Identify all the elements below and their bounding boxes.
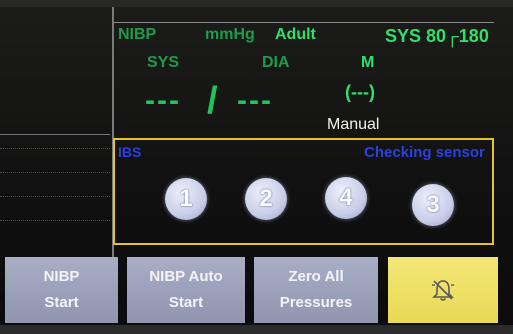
left-grid-line bbox=[0, 220, 110, 221]
measure-mode: Manual bbox=[327, 116, 380, 133]
sys-label: SYS bbox=[147, 54, 180, 71]
sensor-1-indicator: 1 bbox=[165, 178, 207, 220]
mean-label: M bbox=[361, 54, 375, 71]
sensor-status: Checking sensor bbox=[364, 144, 485, 161]
sensor-4-indicator: 4 bbox=[325, 177, 367, 219]
dia-value: --- bbox=[237, 84, 273, 117]
value-separator: / bbox=[207, 80, 218, 122]
alarm-off-bell-icon bbox=[432, 280, 454, 301]
sys-alarm-limits: SYS 80┌180 bbox=[385, 26, 489, 46]
screen-bottom-bezel bbox=[0, 325, 513, 334]
nibp-title: NIBP bbox=[118, 26, 157, 43]
nibp-auto-start-button[interactable]: NIBP Auto Start bbox=[127, 257, 245, 323]
nibp-start-button[interactable]: NIBP Start bbox=[5, 257, 118, 323]
screen-bezel bbox=[0, 0, 513, 7]
sensor-3-indicator: 3 bbox=[412, 184, 454, 226]
button-label-line1: NIBP bbox=[43, 268, 80, 285]
alarm-silence-button[interactable] bbox=[388, 257, 498, 323]
zero-all-pressures-button[interactable]: Zero All Pressures bbox=[254, 257, 378, 323]
softkey-bar: NIBP Start NIBP Auto Start Zero All Pres… bbox=[0, 257, 513, 334]
nibp-unit: mmHg bbox=[205, 26, 255, 43]
left-grid-line bbox=[0, 172, 110, 173]
button-label-line2: Start bbox=[44, 294, 79, 311]
mean-value: (---) bbox=[345, 82, 375, 102]
left-grid-line bbox=[0, 148, 110, 149]
patient-type: Adult bbox=[275, 26, 316, 43]
button-label-line1: NIBP Auto bbox=[149, 268, 223, 285]
button-label-line2: Pressures bbox=[279, 294, 353, 311]
button-label-line1: Zero All bbox=[288, 268, 344, 285]
ibp-title: IBS bbox=[118, 144, 142, 160]
sys-value: --- bbox=[145, 84, 181, 117]
sensor-2-indicator: 2 bbox=[245, 178, 287, 220]
left-grid-line bbox=[0, 196, 110, 197]
monitor-screen: NIBP mmHg Adult SYS 80┌180 SYS DIA M ---… bbox=[0, 0, 513, 334]
button-label-line2: Start bbox=[168, 294, 204, 311]
left-panel-divider bbox=[0, 134, 110, 135]
dia-label: DIA bbox=[262, 54, 290, 71]
nibp-top-divider bbox=[114, 22, 494, 23]
